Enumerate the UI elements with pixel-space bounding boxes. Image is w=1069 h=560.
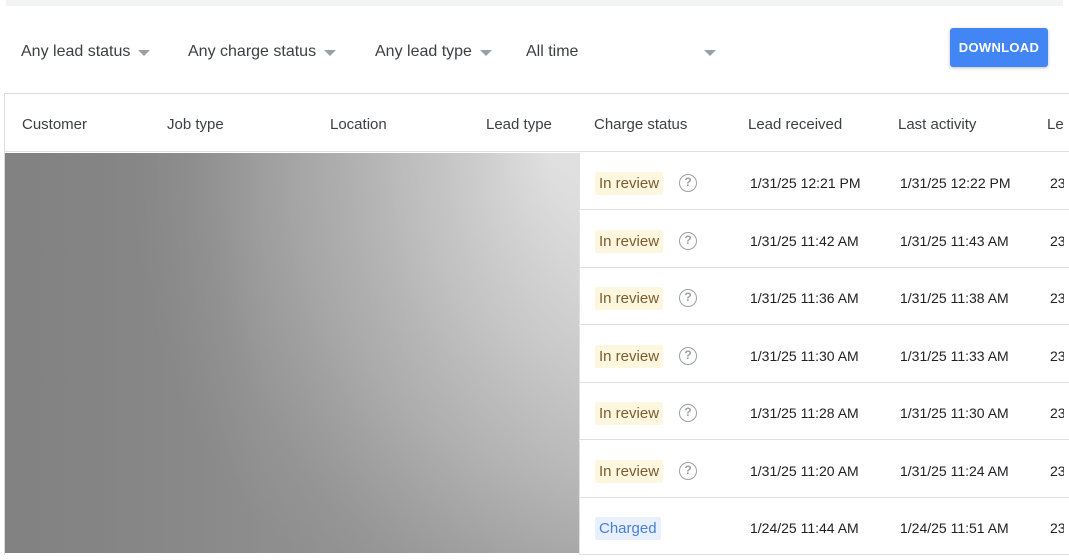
lead-received-cell: 1/31/25 11:36 AM xyxy=(750,290,859,306)
lead-received-cell: 1/31/25 12:21 PM xyxy=(750,175,861,191)
lead-received-cell: 1/31/25 11:42 AM xyxy=(750,233,859,249)
charge-status-filter[interactable]: Any charge status xyxy=(188,41,337,63)
column-header-lead-received[interactable]: Lead received xyxy=(748,116,842,133)
lead-status-filter-label: Any lead status xyxy=(21,43,131,60)
truncated-cell: 23 xyxy=(1050,175,1064,191)
column-header-lead-type[interactable]: Lead type xyxy=(486,116,552,133)
time-range-filter[interactable]: All time xyxy=(526,41,716,63)
lead-type-filter[interactable]: Any lead type xyxy=(375,41,492,63)
charge-status-badge: In review xyxy=(595,402,664,425)
lead-type-filter-label: Any lead type xyxy=(375,43,472,60)
help-circle-icon[interactable]: ? xyxy=(679,289,697,307)
lead-status-filter[interactable]: Any lead status xyxy=(21,41,151,63)
truncated-cell: 23 xyxy=(1050,463,1064,479)
column-header-job-type[interactable]: Job type xyxy=(167,116,224,133)
redacted-customer-details xyxy=(5,153,579,553)
truncated-cell: 23 xyxy=(1050,405,1064,421)
time-range-filter-label: All time xyxy=(526,43,579,60)
last-activity-cell: 1/31/25 12:22 PM xyxy=(900,175,1011,191)
table-row[interactable]: In review ? 1/31/25 11:28 AM 1/31/25 11:… xyxy=(579,383,1069,440)
table-header: Customer Job type Location Lead type Cha… xyxy=(5,94,1069,152)
column-header-customer[interactable]: Customer xyxy=(22,116,87,133)
column-header-location[interactable]: Location xyxy=(330,116,387,133)
last-activity-cell: 1/31/25 11:43 AM xyxy=(900,233,1009,249)
lead-received-cell: 1/24/25 11:44 AM xyxy=(750,520,859,536)
truncated-cell: 23 xyxy=(1050,233,1064,249)
caret-down-icon xyxy=(324,50,337,56)
charge-status-badge: Charged xyxy=(595,517,661,540)
table-row[interactable]: In review ? 1/31/25 11:42 AM 1/31/25 11:… xyxy=(579,211,1069,268)
help-circle-icon[interactable]: ? xyxy=(679,174,697,192)
truncated-cell: 23 xyxy=(1050,290,1064,306)
table-row[interactable]: Charged 1/24/25 11:44 AM 1/24/25 11:51 A… xyxy=(579,498,1069,555)
caret-down-icon xyxy=(704,50,716,56)
truncated-cell: 23 xyxy=(1050,348,1064,364)
leads-table: Customer Job type Location Lead type Cha… xyxy=(4,93,1069,555)
lead-received-cell: 1/31/25 11:28 AM xyxy=(750,405,859,421)
charge-status-filter-label: Any charge status xyxy=(188,43,317,60)
last-activity-cell: 1/31/25 11:33 AM xyxy=(900,348,1009,364)
charge-status-badge: In review xyxy=(595,345,664,368)
charge-status-badge: In review xyxy=(595,460,664,483)
charge-status-badge: In review xyxy=(595,172,664,195)
column-header-last-activity[interactable]: Last activity xyxy=(898,116,976,133)
lead-received-cell: 1/31/25 11:30 AM xyxy=(750,348,859,364)
caret-down-icon xyxy=(479,50,492,56)
table-row[interactable]: In review ? 1/31/25 11:30 AM 1/31/25 11:… xyxy=(579,326,1069,383)
table-row[interactable]: In review ? 1/31/25 12:21 PM 1/31/25 12:… xyxy=(579,153,1069,210)
top-edge-divider xyxy=(6,0,1063,6)
last-activity-cell: 1/31/25 11:24 AM xyxy=(900,463,1009,479)
last-activity-cell: 1/31/25 11:38 AM xyxy=(900,290,1009,306)
last-activity-cell: 1/24/25 11:51 AM xyxy=(900,520,1009,536)
column-header-charge-status[interactable]: Charge status xyxy=(594,116,687,133)
lead-received-cell: 1/31/25 11:20 AM xyxy=(750,463,859,479)
last-activity-cell: 1/31/25 11:30 AM xyxy=(900,405,1009,421)
truncated-cell: 23 xyxy=(1050,520,1064,536)
charge-status-badge: In review xyxy=(595,287,664,310)
help-circle-icon[interactable]: ? xyxy=(679,404,697,422)
help-circle-icon[interactable]: ? xyxy=(679,347,697,365)
download-button[interactable]: DOWNLOAD xyxy=(950,28,1048,67)
table-row[interactable]: In review ? 1/31/25 11:36 AM 1/31/25 11:… xyxy=(579,268,1069,325)
column-header-truncated[interactable]: Le xyxy=(1047,116,1064,133)
help-circle-icon[interactable]: ? xyxy=(679,462,697,480)
help-circle-icon[interactable]: ? xyxy=(679,232,697,250)
caret-down-icon xyxy=(138,50,151,56)
table-row[interactable]: In review ? 1/31/25 11:20 AM 1/31/25 11:… xyxy=(579,441,1069,498)
charge-status-badge: In review xyxy=(595,230,664,253)
